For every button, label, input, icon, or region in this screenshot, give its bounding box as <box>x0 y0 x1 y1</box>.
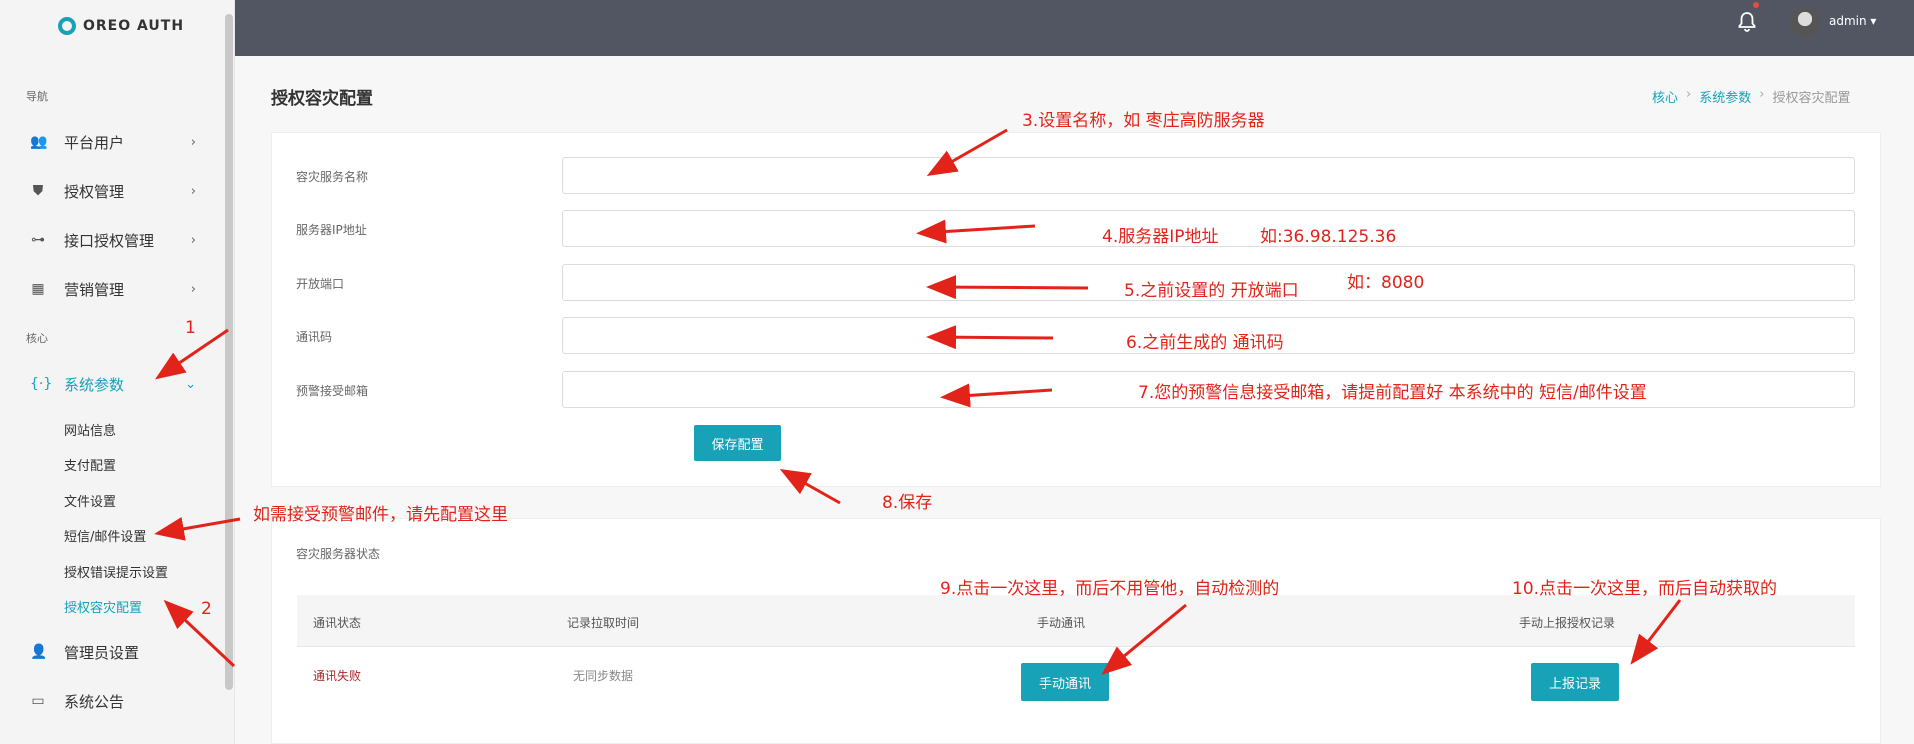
annotation-step-2: 2 <box>201 599 212 619</box>
th-comm-state: 通讯状态 <box>313 616 362 630</box>
section-title-core: 核心 <box>26 332 48 345</box>
subnav-sms-mail-settings[interactable]: 短信/邮件设置 <box>64 526 146 545</box>
report-records-button[interactable]: 上报记录 <box>1531 663 1619 701</box>
subnav-auth-disaster-config[interactable]: 授权容灾配置 <box>64 597 142 616</box>
breadcrumb-separator: › <box>1686 87 1692 102</box>
avatar[interactable] <box>1790 7 1820 37</box>
shield-check-icon: ⛊ <box>32 183 44 199</box>
status-table-header: 通讯状态 记录拉取时间 手动通讯 手动上报授权记录 <box>297 595 1855 647</box>
label-service-name: 容灾服务名称 <box>296 170 369 184</box>
sidebar-item-label: 系统参数 <box>64 375 125 394</box>
breadcrumb-system-params[interactable]: 系统参数 <box>1699 87 1751 106</box>
app-logo[interactable]: OREO AUTH <box>58 17 184 35</box>
annotation-step-5: 5.之前设置的 开放端口 <box>1124 281 1299 301</box>
annotation-step-4: 4.服务器IP地址 <box>1102 227 1219 247</box>
annotation-step-4-example: 如:36.98.125.36 <box>1260 227 1397 247</box>
sidebar-item-label: 平台用户 <box>64 133 125 152</box>
label-server-ip: 服务器IP地址 <box>296 223 367 237</box>
subnav-payment-config[interactable]: 支付配置 <box>64 455 116 474</box>
sidebar-item-system-params[interactable]: {·} 系统参数 ⌄ <box>0 364 210 404</box>
manual-comm-button[interactable]: 手动通讯 <box>1021 663 1109 701</box>
breadcrumb-separator: › <box>1759 87 1765 102</box>
sidebar-item-marketing[interactable]: ▦ 营销管理 › <box>0 269 210 309</box>
breadcrumb-current: 授权容灾配置 <box>1772 91 1851 106</box>
breadcrumb: 核心 › 系统参数 › 授权容灾配置 <box>1652 87 1850 106</box>
label-open-port: 开放端口 <box>296 277 345 291</box>
annotation-step-6: 6.之前生成的 通讯码 <box>1126 333 1284 353</box>
topbar <box>235 0 1914 56</box>
sidebar-item-label: 授权管理 <box>64 182 125 201</box>
comm-state-value: 通讯失败 <box>313 669 362 683</box>
chevron-down-icon: ⌄ <box>185 376 196 392</box>
th-manual-report: 手动上报授权记录 <box>1519 616 1616 630</box>
logo-text: OREO AUTH <box>83 18 185 34</box>
sidebar-item-platform-users[interactable]: 👥 平台用户 › <box>0 122 210 162</box>
pull-time-value: 无同步数据 <box>573 669 634 683</box>
sidebar-item-api-auth[interactable]: ⊶ 接口授权管理 › <box>0 220 210 260</box>
sidebar-item-label: 接口授权管理 <box>64 231 155 250</box>
subnav-file-settings[interactable]: 文件设置 <box>64 491 116 510</box>
chevron-right-icon: › <box>190 232 196 248</box>
annotation-step-3: 3.设置名称，如 枣庄高防服务器 <box>1022 111 1265 131</box>
sidebar-item-label: 系统公告 <box>64 692 125 711</box>
label-comm-code: 通讯码 <box>296 330 333 344</box>
sidebar-item-auth-management[interactable]: ⛊ 授权管理 › <box>0 171 210 211</box>
api-link-icon: ⊶ <box>31 232 45 248</box>
section-title-nav: 导航 <box>26 90 48 103</box>
service-name-input[interactable] <box>562 157 1855 194</box>
chevron-right-icon: › <box>190 183 196 199</box>
chevron-right-icon: › <box>190 134 196 150</box>
page-title: 授权容灾配置 <box>271 89 373 109</box>
users-icon: 👥 <box>30 134 48 150</box>
user-icon: 👤 <box>30 644 48 660</box>
notification-dot <box>1753 2 1759 8</box>
annotation-step-5-example: 如：8080 <box>1347 273 1425 293</box>
subnav-auth-error-settings[interactable]: 授权错误提示设置 <box>64 562 168 581</box>
bell-icon[interactable] <box>1735 10 1759 34</box>
status-section-title: 容灾服务器状态 <box>296 547 381 561</box>
message-icon: ▭ <box>31 693 45 709</box>
braces-icon: {·} <box>30 376 53 392</box>
user-menu[interactable]: admin ▾ <box>1829 14 1876 28</box>
annotation-mail-hint: 如需接受预警邮件，请先配置这里 <box>253 505 508 525</box>
sidebar-scrollbar[interactable] <box>225 14 233 690</box>
annotation-step-9: 9.点击一次这里，而后不用管他，自动检测的 <box>940 579 1280 599</box>
annotation-step-1: 1 <box>185 318 196 338</box>
annotation-step-8: 8.保存 <box>882 493 933 513</box>
label-alert-email: 预警接受邮箱 <box>296 384 369 398</box>
breadcrumb-core[interactable]: 核心 <box>1652 87 1678 106</box>
sidebar: OREO AUTH 导航 👥 平台用户 › ⛊ 授权管理 › ⊶ 接口授权管理 … <box>0 0 235 744</box>
chevron-right-icon: › <box>190 281 196 297</box>
th-pull-time: 记录拉取时间 <box>567 616 640 630</box>
logo-icon <box>58 17 76 35</box>
th-manual-comm: 手动通讯 <box>1037 616 1086 630</box>
annotation-step-7: 7.您的预警信息接受邮箱，请提前配置好 本系统中的 短信/邮件设置 <box>1138 383 1647 403</box>
sidebar-item-admin-settings[interactable]: 👤 管理员设置 <box>0 632 210 672</box>
annotation-step-10: 10.点击一次这里，而后自动获取的 <box>1512 579 1778 599</box>
sidebar-item-label: 管理员设置 <box>64 643 140 662</box>
sidebar-item-label: 营销管理 <box>64 280 125 299</box>
calculator-icon: ▦ <box>31 281 45 297</box>
subnav-site-info[interactable]: 网站信息 <box>64 420 116 439</box>
save-config-button[interactable]: 保存配置 <box>694 425 781 461</box>
sidebar-item-announcements[interactable]: ▭ 系统公告 <box>0 681 210 721</box>
